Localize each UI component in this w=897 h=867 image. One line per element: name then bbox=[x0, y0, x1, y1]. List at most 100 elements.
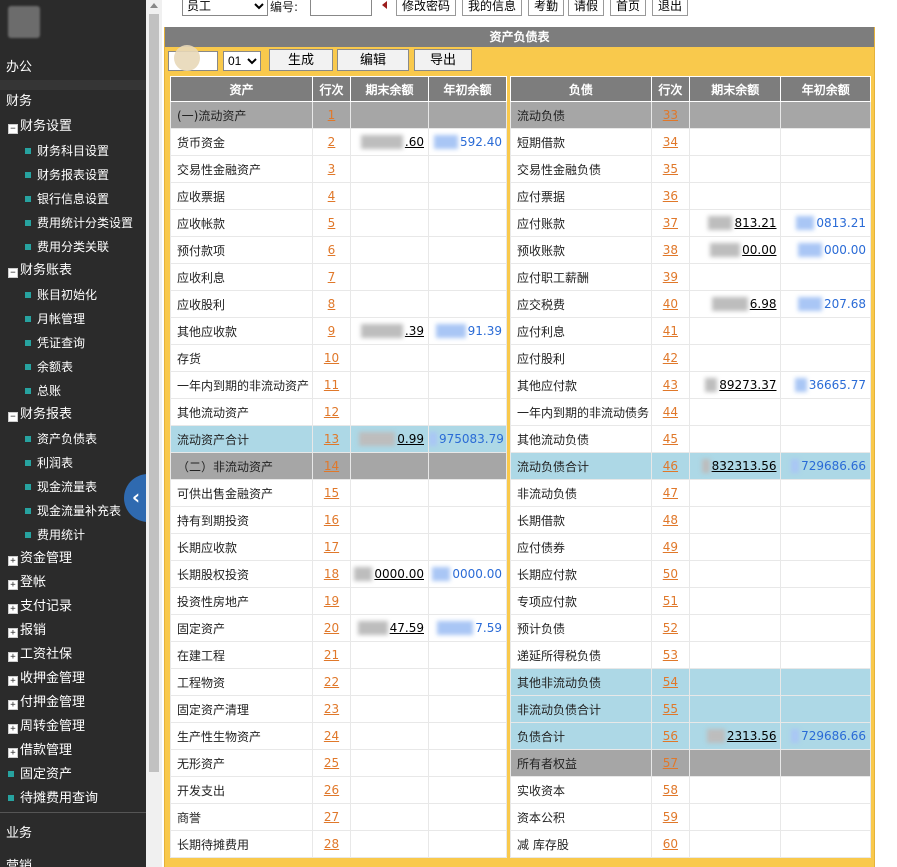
sidebar-menu-group[interactable]: − 财务报表 bbox=[0, 403, 146, 427]
expand-icon[interactable]: + bbox=[8, 604, 18, 614]
expand-icon[interactable]: + bbox=[8, 748, 18, 758]
scroll-up-arrow-icon[interactable] bbox=[150, 3, 158, 8]
sidebar-menu-item[interactable]: 总账 bbox=[0, 379, 146, 403]
row-number-link[interactable]: 17 bbox=[324, 540, 339, 554]
expand-icon[interactable]: + bbox=[8, 700, 18, 710]
attendance-button[interactable]: 考勤 bbox=[528, 0, 564, 16]
row-number-link[interactable]: 16 bbox=[324, 513, 339, 527]
row-number-link[interactable]: 26 bbox=[324, 783, 339, 797]
row-number-link[interactable]: 9 bbox=[328, 324, 336, 338]
sidebar-menu-group[interactable]: + 资金管理 bbox=[0, 547, 146, 571]
avatar[interactable] bbox=[8, 6, 40, 38]
role-select[interactable]: 员工 bbox=[182, 0, 268, 16]
sidebar-menu-item[interactable]: 资产负债表 bbox=[0, 427, 146, 451]
row-number-link[interactable]: 56 bbox=[663, 729, 678, 743]
expand-icon[interactable]: + bbox=[8, 556, 18, 566]
row-number-link[interactable]: 47 bbox=[663, 486, 678, 500]
sidebar-section-sales[interactable]: 营销 bbox=[0, 856, 146, 867]
row-number-link[interactable]: 38 bbox=[663, 243, 678, 257]
row-number-link[interactable]: 58 bbox=[663, 783, 678, 797]
sidebar-menu-group[interactable]: + 付押金管理 bbox=[0, 691, 146, 715]
sidebar-menu-item[interactable]: 财务科目设置 bbox=[0, 139, 146, 163]
collapse-icon[interactable]: − bbox=[8, 124, 18, 134]
sidebar-menu-item[interactable]: 财务报表设置 bbox=[0, 163, 146, 187]
row-number-link[interactable]: 21 bbox=[324, 648, 339, 662]
sidebar-section-finance[interactable]: 财务 bbox=[0, 91, 146, 113]
sidebar-menu-item[interactable]: 费用分类关联 bbox=[0, 235, 146, 259]
sidebar-section-business[interactable]: 业务 bbox=[0, 823, 146, 845]
leave-request-button[interactable]: 请假 bbox=[568, 0, 604, 16]
generate-button[interactable]: 生成 bbox=[269, 49, 333, 71]
row-number-link[interactable]: 7 bbox=[328, 270, 336, 284]
row-number-link[interactable]: 54 bbox=[663, 675, 678, 689]
employee-no-input[interactable] bbox=[310, 0, 372, 16]
row-number-link[interactable]: 34 bbox=[663, 135, 678, 149]
sidebar-menu-group[interactable]: + 报销 bbox=[0, 619, 146, 643]
row-number-link[interactable]: 20 bbox=[324, 621, 339, 635]
scrollbar-thumb[interactable] bbox=[149, 14, 159, 772]
sidebar-menu-item[interactable]: 凭证查询 bbox=[0, 331, 146, 355]
home-button[interactable]: 首页 bbox=[610, 0, 646, 16]
row-number-link[interactable]: 50 bbox=[663, 567, 678, 581]
expand-icon[interactable]: + bbox=[8, 628, 18, 638]
month-select[interactable]: 01 bbox=[223, 51, 261, 71]
row-number-link[interactable]: 24 bbox=[324, 729, 339, 743]
row-number-link[interactable]: 45 bbox=[663, 432, 678, 446]
sidebar-menu-group[interactable]: + 借款管理 bbox=[0, 739, 146, 763]
sidebar-menu-group[interactable]: + 登帐 bbox=[0, 571, 146, 595]
row-number-link[interactable]: 37 bbox=[663, 216, 678, 230]
row-number-link[interactable]: 36 bbox=[663, 189, 678, 203]
sidebar-menu-group[interactable]: + 支付记录 bbox=[0, 595, 146, 619]
row-number-link[interactable]: 1 bbox=[328, 108, 336, 122]
row-number-link[interactable]: 41 bbox=[663, 324, 678, 338]
logout-button[interactable]: 退出 bbox=[652, 0, 688, 16]
sidebar-menu-item[interactable]: 账目初始化 bbox=[0, 283, 146, 307]
row-number-link[interactable]: 35 bbox=[663, 162, 678, 176]
edit-button[interactable]: 编辑 bbox=[337, 49, 409, 71]
my-info-button[interactable]: 我的信息 bbox=[462, 0, 522, 16]
sidebar-menu-item[interactable]: 费用统计分类设置 bbox=[0, 211, 146, 235]
expand-icon[interactable]: + bbox=[8, 676, 18, 686]
row-number-link[interactable]: 27 bbox=[324, 810, 339, 824]
row-number-link[interactable]: 28 bbox=[324, 837, 339, 851]
expand-icon[interactable]: + bbox=[8, 580, 18, 590]
row-number-link[interactable]: 23 bbox=[324, 702, 339, 716]
sidebar-menu-group[interactable]: 固定资产 bbox=[0, 763, 146, 787]
sidebar-section-office[interactable]: 办公 bbox=[0, 56, 146, 80]
sidebar-scrollbar[interactable] bbox=[146, 0, 162, 867]
row-number-link[interactable]: 3 bbox=[328, 162, 336, 176]
row-number-link[interactable]: 59 bbox=[663, 810, 678, 824]
row-number-link[interactable]: 11 bbox=[324, 378, 339, 392]
row-number-link[interactable]: 13 bbox=[324, 432, 339, 446]
row-number-link[interactable]: 8 bbox=[328, 297, 336, 311]
expand-icon[interactable]: + bbox=[8, 652, 18, 662]
sidebar-menu-item[interactable]: 利润表 bbox=[0, 451, 146, 475]
row-number-link[interactable]: 5 bbox=[328, 216, 336, 230]
row-number-link[interactable]: 40 bbox=[663, 297, 678, 311]
row-number-link[interactable]: 49 bbox=[663, 540, 678, 554]
row-number-link[interactable]: 14 bbox=[324, 459, 339, 473]
row-number-link[interactable]: 33 bbox=[663, 108, 678, 122]
row-number-link[interactable]: 25 bbox=[324, 756, 339, 770]
change-password-button[interactable]: 修改密码 bbox=[396, 0, 456, 16]
sidebar-menu-item[interactable]: 月帐管理 bbox=[0, 307, 146, 331]
row-number-link[interactable]: 39 bbox=[663, 270, 678, 284]
sidebar-menu-group[interactable]: 待摊费用查询 bbox=[0, 787, 146, 811]
row-number-link[interactable]: 53 bbox=[663, 648, 678, 662]
collapse-icon[interactable]: − bbox=[8, 268, 18, 278]
sidebar-menu-item[interactable]: 费用统计 bbox=[0, 523, 146, 547]
row-number-link[interactable]: 51 bbox=[663, 594, 678, 608]
sidebar-menu-item[interactable]: 银行信息设置 bbox=[0, 187, 146, 211]
expand-icon[interactable]: + bbox=[8, 724, 18, 734]
row-number-link[interactable]: 22 bbox=[324, 675, 339, 689]
sidebar-menu-item[interactable]: 余额表 bbox=[0, 355, 146, 379]
sidebar-menu-group[interactable]: − 财务设置 bbox=[0, 115, 146, 139]
collapse-icon[interactable]: − bbox=[8, 412, 18, 422]
row-number-link[interactable]: 48 bbox=[663, 513, 678, 527]
sidebar-menu-group[interactable]: − 财务账表 bbox=[0, 259, 146, 283]
export-button[interactable]: 导出 bbox=[414, 49, 472, 71]
sidebar-menu-group[interactable]: + 周转金管理 bbox=[0, 715, 146, 739]
sidebar-menu-group[interactable]: + 收押金管理 bbox=[0, 667, 146, 691]
row-number-link[interactable]: 12 bbox=[324, 405, 339, 419]
row-number-link[interactable]: 18 bbox=[324, 567, 339, 581]
